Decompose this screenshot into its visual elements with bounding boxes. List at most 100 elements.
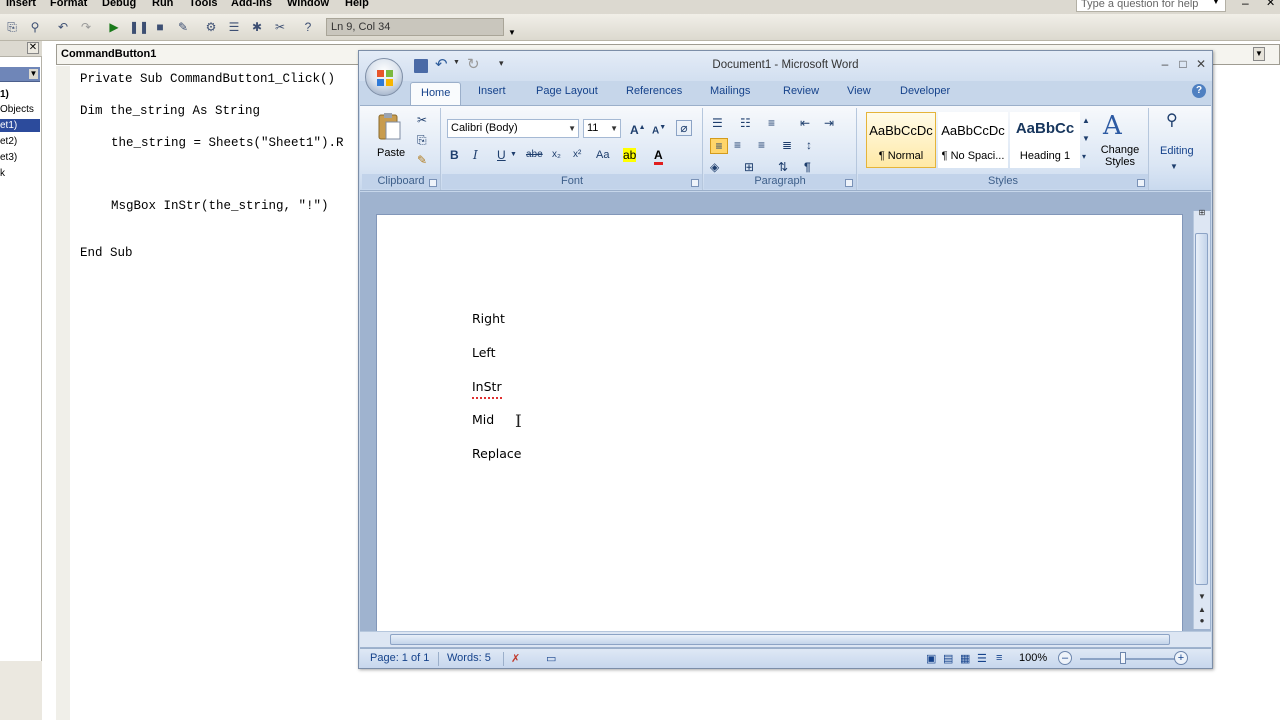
workbook-node[interactable]: k	[0, 167, 40, 180]
decrease-indent-icon[interactable]: ⇤	[800, 116, 810, 130]
font-launcher-icon[interactable]	[691, 179, 699, 187]
paste-label[interactable]: Paste	[377, 144, 405, 162]
chevron-down-icon[interactable]: ▼	[1170, 160, 1178, 174]
break-icon[interactable]: ❚❚	[129, 19, 149, 35]
undo-icon[interactable]: ↶	[435, 55, 448, 73]
chevron-down-icon[interactable]: ▼	[568, 120, 576, 137]
close-icon[interactable]: ✕	[1266, 0, 1275, 9]
strikethrough-icon[interactable]: abe	[526, 148, 543, 162]
paragraph-launcher-icon[interactable]	[845, 179, 853, 187]
change-styles-icon[interactable]: A	[1103, 112, 1122, 140]
style-normal[interactable]: AaBbCcDc ¶ Normal	[866, 112, 936, 168]
objects-folder[interactable]: Objects	[0, 103, 40, 116]
object-combo[interactable]: CommandButton1	[57, 45, 357, 64]
toolbar-options-icon[interactable]: ▼	[508, 28, 516, 37]
horizontal-scroll-thumb[interactable]	[390, 634, 1170, 645]
styles-launcher-icon[interactable]	[1137, 179, 1145, 187]
help-icon[interactable]: ?	[300, 19, 316, 35]
tab-page-layout[interactable]: Page Layout	[536, 85, 598, 97]
justify-icon[interactable]: ≣	[782, 138, 792, 152]
properties-icon[interactable]: ☰	[226, 19, 242, 35]
chevron-down-icon[interactable]: ▼	[1253, 47, 1265, 61]
web-layout-icon[interactable]: ▦	[960, 652, 970, 665]
save-icon[interactable]	[414, 59, 428, 73]
chevron-down-icon[interactable]: ▼	[29, 69, 38, 79]
zoom-in-icon[interactable]: +	[1174, 651, 1188, 665]
grow-font-icon[interactable]: A▲	[630, 121, 646, 137]
repeat-icon[interactable]: ↻	[467, 55, 480, 73]
page-count[interactable]: Page: 1 of 1	[370, 652, 429, 664]
show-formatting-icon[interactable]: ¶	[804, 160, 811, 174]
help-search-input[interactable]: Type a question for help	[1076, 0, 1226, 12]
undo-icon[interactable]: ↶	[55, 19, 71, 35]
select-browse-object-icon[interactable]: ●	[1195, 615, 1209, 627]
close-panel-icon[interactable]: ✕	[27, 42, 39, 54]
style-no-spacing[interactable]: AaBbCcDc ¶ No Spaci...	[938, 112, 1008, 168]
find-icon[interactable]: ⚲	[27, 19, 43, 35]
close-icon[interactable]: ✕	[1193, 56, 1209, 72]
menu-insert[interactable]: Insert	[6, 0, 36, 9]
vertical-scrollbar[interactable]: ⊞ ▼ ▲ ●	[1193, 208, 1210, 629]
sheet1-node[interactable]: et1)	[0, 119, 40, 132]
change-styles-label[interactable]: Change Styles	[1098, 144, 1142, 168]
align-left-icon[interactable]: ≡	[710, 138, 728, 154]
properties-combo[interactable]: ▼	[0, 67, 40, 82]
help-dropdown-icon[interactable]: ▼	[1212, 0, 1220, 6]
shading-icon[interactable]: ◈	[710, 160, 719, 174]
menu-tools[interactable]: Tools	[189, 0, 218, 9]
styles-scroll-down-icon[interactable]: ▼	[1082, 132, 1090, 146]
bold-icon[interactable]: B	[450, 148, 459, 162]
tab-view[interactable]: View	[847, 85, 871, 97]
cut-icon[interactable]: ✂	[417, 113, 427, 127]
proofing-icon[interactable]: ✗	[511, 652, 520, 665]
zoom-slider-thumb[interactable]	[1120, 652, 1126, 664]
toolbox-icon[interactable]: ✂	[272, 19, 288, 35]
line-spacing-icon[interactable]: ↕	[806, 138, 812, 152]
scroll-down-icon[interactable]: ▼	[1195, 591, 1209, 603]
styles-more-icon[interactable]: ▾	[1082, 150, 1086, 164]
style-heading-1[interactable]: AaBbCc Heading 1	[1010, 112, 1080, 168]
italic-icon[interactable]: I	[473, 148, 478, 162]
minimize-icon[interactable]: –	[1157, 56, 1173, 72]
menu-help[interactable]: Help	[345, 0, 369, 9]
styles-scroll-up-icon[interactable]: ▲	[1082, 114, 1090, 128]
vertical-scroll-thumb[interactable]	[1195, 233, 1208, 585]
run-icon[interactable]: ▶	[106, 19, 122, 35]
object-browser-icon[interactable]: ✱	[249, 19, 265, 35]
increase-indent-icon[interactable]: ⇥	[824, 116, 834, 130]
tab-mailings[interactable]: Mailings	[710, 85, 750, 97]
draft-icon[interactable]: ≡	[996, 652, 1002, 664]
doc-line-instr[interactable]: InStr	[472, 379, 502, 394]
tab-insert[interactable]: Insert	[478, 85, 506, 97]
ruler-toggle-icon[interactable]: ⊞	[1195, 207, 1209, 219]
doc-line-mid[interactable]: Mid	[472, 412, 494, 427]
align-center-icon[interactable]: ≡	[734, 138, 741, 152]
project-node[interactable]: 1)	[0, 88, 40, 101]
full-screen-reading-icon[interactable]: ▤	[943, 652, 953, 665]
clipboard-launcher-icon[interactable]	[429, 179, 437, 187]
sheet3-node[interactable]: et3)	[0, 151, 40, 164]
copy-icon[interactable]: ⎘	[4, 19, 20, 35]
doc-line-replace[interactable]: Replace	[472, 446, 521, 461]
redo-icon[interactable]: ↷	[78, 19, 94, 35]
macro-recording-icon[interactable]: ▭	[546, 652, 556, 665]
change-case-icon[interactable]: Aa	[596, 148, 609, 162]
word-count[interactable]: Words: 5	[447, 652, 491, 664]
copy-icon[interactable]: ⎘	[417, 133, 427, 147]
zoom-level[interactable]: 100%	[1019, 652, 1047, 664]
zoom-slider[interactable]	[1080, 658, 1176, 660]
font-size-combo[interactable]: 11 ▼	[583, 119, 621, 138]
numbering-icon[interactable]: ☷	[740, 116, 751, 130]
sheet2-node[interactable]: et2)	[0, 135, 40, 148]
menu-window[interactable]: Window	[287, 0, 329, 9]
help-icon[interactable]: ?	[1192, 84, 1206, 98]
clear-formatting-icon[interactable]: ⌀	[676, 120, 692, 136]
doc-line-right[interactable]: Right	[472, 311, 505, 326]
zoom-out-icon[interactable]: –	[1058, 651, 1072, 665]
outline-icon[interactable]: ☰	[977, 652, 987, 665]
shrink-font-icon[interactable]: A▼	[652, 121, 666, 138]
highlight-icon[interactable]: ab	[623, 148, 637, 162]
format-painter-icon[interactable]: ✎	[417, 153, 427, 167]
chevron-down-icon[interactable]: ▼	[610, 120, 618, 137]
doc-line-left[interactable]: Left	[472, 345, 496, 360]
